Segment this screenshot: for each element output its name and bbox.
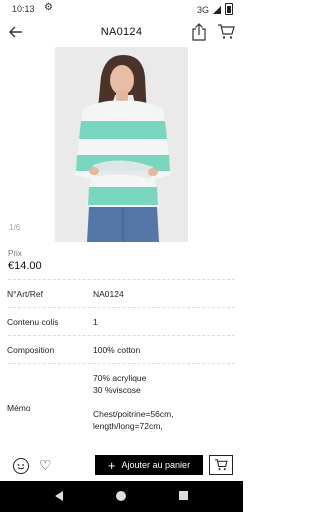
ref-value: NA0124	[93, 289, 124, 299]
product-photo[interactable]	[55, 47, 188, 242]
product-action-bar: ♡ + Ajouter au panier	[0, 449, 243, 481]
price-label: Prix	[8, 249, 22, 258]
memo-label: Mémo	[7, 403, 31, 413]
settings-gear-icon: ⚙	[44, 2, 53, 13]
system-nav-bar	[0, 481, 243, 512]
divider	[8, 279, 235, 281]
divider	[8, 335, 235, 337]
divider	[8, 307, 235, 309]
share-icon[interactable]	[191, 23, 207, 41]
cart-icon[interactable]	[217, 24, 235, 40]
gallery-pager: 1/6	[9, 223, 21, 232]
battery-icon	[225, 3, 233, 15]
chat-icon[interactable]	[13, 458, 29, 474]
package-content-label: Contenu colis	[7, 317, 59, 327]
status-time: 10:13	[12, 4, 35, 14]
package-content-value: 1	[93, 317, 98, 327]
status-right: 3G	[196, 3, 233, 16]
nav-back-icon[interactable]	[55, 491, 63, 501]
composition-value: 100% cotton	[93, 345, 141, 355]
network-label: 3G	[196, 5, 209, 15]
nav-home-icon[interactable]	[116, 491, 126, 501]
composition-label: Composition	[7, 345, 55, 355]
add-to-cart-label: Ajouter au panier	[121, 460, 191, 470]
cart-button[interactable]	[209, 455, 233, 475]
memo-line: length/long=72cm,	[93, 421, 163, 431]
signal-icon	[213, 6, 221, 14]
status-bar: 10:13 ⚙ 3G	[0, 0, 243, 18]
memo-line	[93, 396, 174, 408]
favorite-heart-icon[interactable]: ♡	[39, 457, 52, 474]
cart-icon	[215, 459, 228, 471]
ref-label: N°Art/Ref	[7, 289, 43, 299]
memo-line: 30 %viscose	[93, 385, 141, 395]
add-to-cart-button[interactable]: + Ajouter au panier	[95, 455, 203, 475]
memo-line: 70% acrylique	[93, 373, 147, 383]
memo-text: 70% acrylique 30 %viscose Chest/poitrine…	[93, 372, 174, 432]
nav-recents-icon[interactable]	[179, 491, 188, 500]
plus-icon: +	[107, 457, 116, 473]
price-value: €14.00	[8, 260, 42, 272]
app-bar: NA0124	[0, 18, 243, 48]
memo-line: Chest/poitrine=56cm,	[93, 409, 174, 419]
divider	[8, 363, 235, 365]
